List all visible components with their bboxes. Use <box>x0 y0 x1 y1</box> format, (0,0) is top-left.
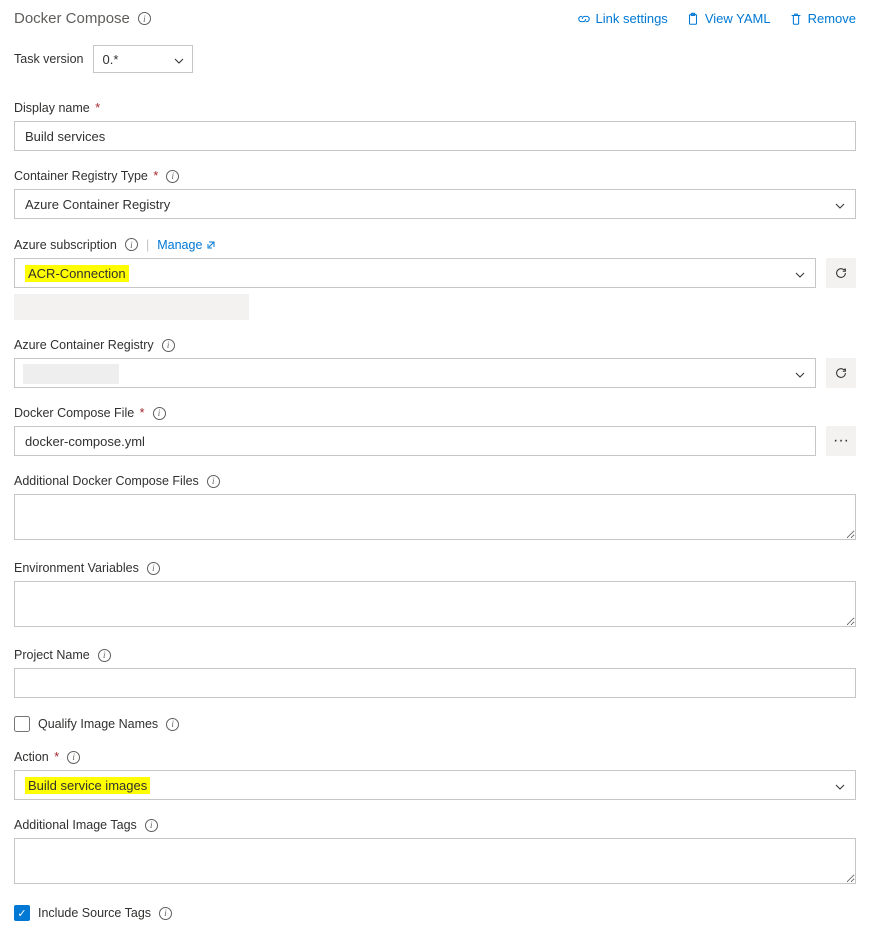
chevron-down-icon <box>174 54 184 64</box>
remove-label: Remove <box>808 11 856 26</box>
info-icon[interactable]: i <box>145 819 158 832</box>
refresh-icon <box>834 366 848 380</box>
link-settings-label: Link settings <box>596 11 668 26</box>
trash-icon <box>789 12 803 26</box>
view-yaml-label: View YAML <box>705 11 771 26</box>
container-registry-type-label: Container Registry Type * <box>14 169 158 183</box>
manage-label: Manage <box>157 238 202 252</box>
display-name-field: Display name * <box>14 101 856 151</box>
include-source-tags-checkbox[interactable]: ✓ <box>14 905 30 921</box>
external-link-icon <box>206 240 216 250</box>
additional-image-tags-label: Additional Image Tags <box>14 818 137 832</box>
azure-subscription-field: Azure subscription i | Manage ACR-Connec… <box>14 237 856 320</box>
include-source-tags-label: Include Source Tags <box>38 906 151 920</box>
manage-link[interactable]: Manage <box>157 238 216 252</box>
azure-container-registry-label: Azure Container Registry <box>14 338 154 352</box>
chevron-down-icon <box>795 368 805 378</box>
additional-image-tags-input[interactable] <box>14 838 856 884</box>
task-version-row: Task version 0.* <box>14 45 856 73</box>
azure-subscription-label: Azure subscription <box>14 238 117 252</box>
environment-variables-input[interactable] <box>14 581 856 627</box>
refresh-button[interactable] <box>826 258 856 288</box>
info-icon[interactable]: i <box>125 238 138 251</box>
link-settings-button[interactable]: Link settings <box>577 11 668 26</box>
qualify-image-names-label: Qualify Image Names <box>38 717 158 731</box>
chevron-down-icon <box>795 268 805 278</box>
docker-compose-file-input[interactable] <box>14 426 816 456</box>
additional-compose-files-field: Additional Docker Compose Files i <box>14 474 856 543</box>
project-name-field: Project Name i <box>14 648 856 698</box>
action-field: Action * i Build service images <box>14 750 856 800</box>
info-icon[interactable]: i <box>98 649 111 662</box>
view-yaml-button[interactable]: View YAML <box>686 11 771 26</box>
project-name-input[interactable] <box>14 668 856 698</box>
clipboard-icon <box>686 12 700 26</box>
header-links: Link settings View YAML Remove <box>577 11 856 26</box>
display-name-input[interactable] <box>14 121 856 151</box>
chevron-down-icon <box>835 199 845 209</box>
action-value: Build service images <box>25 777 150 794</box>
separator: | <box>146 237 149 252</box>
refresh-icon <box>834 266 848 280</box>
action-select[interactable]: Build service images <box>14 770 856 800</box>
container-registry-type-value: Azure Container Registry <box>25 197 170 212</box>
container-registry-type-field: Container Registry Type * i Azure Contai… <box>14 169 856 219</box>
refresh-button[interactable] <box>826 358 856 388</box>
azure-subscription-value: ACR-Connection <box>25 265 129 282</box>
include-source-tags-field: ✓ Include Source Tags i <box>14 905 856 921</box>
docker-compose-file-field: Docker Compose File * i ··· <box>14 406 856 456</box>
info-icon[interactable]: i <box>67 751 80 764</box>
additional-compose-files-label: Additional Docker Compose Files <box>14 474 199 488</box>
qualify-image-names-field: Qualify Image Names i <box>14 716 856 732</box>
info-icon[interactable]: i <box>166 170 179 183</box>
task-version-select[interactable]: 0.* <box>93 45 193 73</box>
subscription-helper-block <box>14 294 249 320</box>
additional-compose-files-input[interactable] <box>14 494 856 540</box>
page-title: Docker Compose <box>14 10 130 27</box>
info-icon[interactable]: i <box>138 12 151 25</box>
qualify-image-names-checkbox[interactable] <box>14 716 30 732</box>
azure-subscription-select[interactable]: ACR-Connection <box>14 258 816 288</box>
browse-button[interactable]: ··· <box>826 426 856 456</box>
chevron-down-icon <box>835 780 845 790</box>
docker-compose-file-label: Docker Compose File * <box>14 406 145 420</box>
action-label: Action * <box>14 750 59 764</box>
title-wrap: Docker Compose i <box>14 10 151 27</box>
info-icon[interactable]: i <box>147 562 160 575</box>
task-version-value: 0.* <box>102 52 118 67</box>
environment-variables-label: Environment Variables <box>14 561 139 575</box>
display-name-label: Display name * <box>14 101 100 115</box>
ellipsis-icon: ··· <box>833 432 849 450</box>
project-name-label: Project Name <box>14 648 90 662</box>
info-icon[interactable]: i <box>153 407 166 420</box>
container-registry-type-select[interactable]: Azure Container Registry <box>14 189 856 219</box>
link-icon <box>577 12 591 26</box>
info-icon[interactable]: i <box>166 718 179 731</box>
info-icon[interactable]: i <box>207 475 220 488</box>
environment-variables-field: Environment Variables i <box>14 561 856 630</box>
header: Docker Compose i Link settings View YAML… <box>14 10 856 27</box>
azure-container-registry-value-redacted <box>23 364 119 384</box>
remove-button[interactable]: Remove <box>789 11 856 26</box>
task-version-label: Task version <box>14 52 83 66</box>
azure-container-registry-field: Azure Container Registry i <box>14 338 856 388</box>
info-icon[interactable]: i <box>159 907 172 920</box>
info-icon[interactable]: i <box>162 339 175 352</box>
azure-container-registry-select[interactable] <box>14 358 816 388</box>
